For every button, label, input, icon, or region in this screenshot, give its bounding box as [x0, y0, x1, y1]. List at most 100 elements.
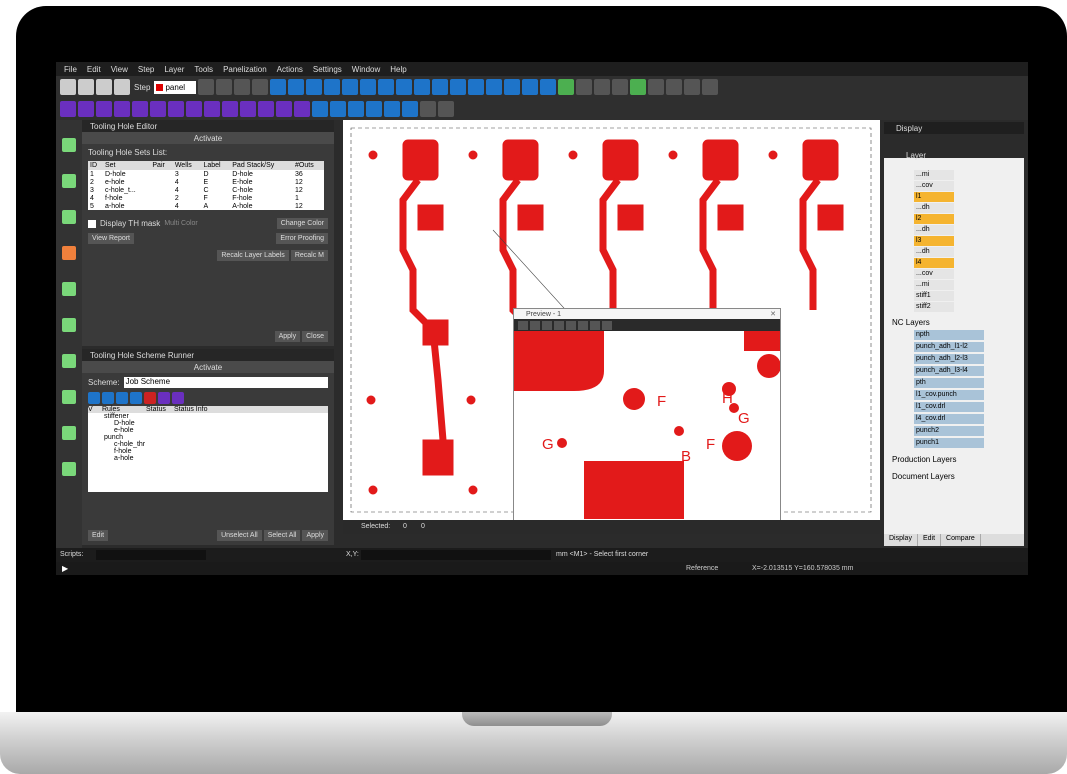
menu-panelization[interactable]: Panelization [223, 65, 267, 74]
nc-layer-row[interactable]: punch_adh_l3-l4 [914, 366, 984, 376]
layer-row[interactable]: ...dh [914, 225, 954, 235]
runner-activate-button[interactable]: Activate [82, 361, 334, 373]
nc-layer-row[interactable]: l1_cov.drl [914, 402, 984, 412]
layer-row[interactable]: l4 [914, 258, 954, 268]
grid1-icon[interactable] [648, 79, 665, 95]
scheme-select[interactable]: Job Scheme [123, 377, 328, 388]
rect3-tool-icon[interactable] [294, 101, 310, 117]
pad-icon[interactable] [468, 79, 485, 95]
triangle3-tool-icon[interactable] [240, 101, 256, 117]
layer-row[interactable]: l2 [914, 214, 954, 224]
nc-layer-row[interactable]: punch_adh_l2-l3 [914, 354, 984, 364]
select-icon[interactable] [270, 79, 287, 95]
rule-tool-3-icon[interactable] [116, 392, 128, 404]
filter-icon[interactable] [576, 79, 593, 95]
layer-row[interactable]: l3 [914, 236, 954, 246]
new-icon[interactable] [60, 79, 76, 95]
tool-7-icon[interactable] [62, 354, 76, 368]
tree-node-ehole[interactable]: e-hole [88, 427, 328, 434]
preview-tool-7-icon[interactable] [590, 320, 600, 330]
menu-window[interactable]: Window [352, 65, 380, 74]
layer-row[interactable]: ...mi [914, 280, 954, 290]
preview-tool-8-icon[interactable] [602, 320, 612, 330]
arrow2-tool-icon[interactable] [96, 101, 112, 117]
rotate-icon[interactable] [360, 79, 377, 95]
tab-display[interactable]: Display [884, 534, 918, 546]
menu-actions[interactable]: Actions [277, 65, 303, 74]
menu-step[interactable]: Step [138, 65, 154, 74]
col-outs[interactable]: #Outs [293, 161, 324, 170]
xy-input[interactable] [361, 550, 551, 560]
preview-tool-2-icon[interactable] [530, 320, 540, 330]
preview-tool-3-icon[interactable] [542, 320, 552, 330]
menu-view[interactable]: View [111, 65, 128, 74]
mirror-icon[interactable] [378, 79, 395, 95]
diag-tool-icon[interactable] [348, 101, 364, 117]
arc-icon[interactable] [504, 79, 521, 95]
drill-icon[interactable] [450, 79, 467, 95]
menu-edit[interactable]: Edit [87, 65, 101, 74]
layer-row[interactable]: ...cov [914, 269, 954, 279]
angle2-tool-icon[interactable] [168, 101, 184, 117]
scripts-select[interactable] [96, 550, 206, 560]
nc-layer-row[interactable]: punch2 [914, 426, 984, 436]
col-wells[interactable]: Wells [172, 161, 202, 170]
play-icon[interactable] [252, 79, 269, 95]
col-set[interactable]: Set [103, 161, 151, 170]
tab-edit[interactable]: Edit [918, 534, 942, 546]
preview-tool-5-icon[interactable] [566, 320, 576, 330]
angle-tool-icon[interactable] [150, 101, 166, 117]
layer-row[interactable]: ...mi [914, 170, 954, 180]
vertical-tool-icon[interactable] [186, 101, 202, 117]
undo-icon[interactable] [198, 79, 215, 95]
layer-row[interactable]: stiff2 [914, 302, 954, 312]
rect-tool-icon[interactable] [258, 101, 274, 117]
open-icon[interactable] [78, 79, 94, 95]
nc-layer-row[interactable]: punch_adh_l1-l2 [914, 342, 984, 352]
ring-tool-icon[interactable] [366, 101, 382, 117]
circle-tool-icon[interactable] [312, 101, 328, 117]
col-padstack[interactable]: Pad Stack/Sy [230, 161, 294, 170]
tool-10-icon[interactable] [62, 462, 76, 476]
col-label[interactable]: Label [201, 161, 231, 170]
tool-6-icon[interactable] [62, 318, 76, 332]
copy-layer-icon[interactable] [594, 79, 611, 95]
nc-layer-row[interactable]: l1_cov.punch [914, 390, 984, 400]
select-all-button[interactable]: Select All [263, 530, 301, 541]
tool-8-icon[interactable] [62, 390, 76, 404]
layer-row[interactable]: ...dh [914, 247, 954, 257]
table-row[interactable]: 5 a-hole 4 A A-hole 12 [88, 202, 324, 210]
tab-compare[interactable]: Compare [941, 534, 981, 546]
zoom-area-icon[interactable] [438, 101, 454, 117]
document-layers-title[interactable]: Document Layers [892, 472, 955, 481]
table-row[interactable]: 4 f-hole 2 F F-hole 1 [88, 194, 324, 202]
layer-row[interactable]: ...dh [914, 203, 954, 213]
grid4-icon[interactable] [702, 79, 719, 95]
reference-label[interactable]: Reference [686, 565, 718, 572]
triangle-tool-icon[interactable] [204, 101, 220, 117]
layer-icon[interactable] [432, 79, 449, 95]
tool-9-icon[interactable] [62, 426, 76, 440]
print-icon[interactable] [114, 79, 130, 95]
editor-activate-button[interactable]: Activate [82, 132, 334, 144]
arrow-tool-icon[interactable] [78, 101, 94, 117]
tool-3-icon[interactable] [62, 210, 76, 224]
menu-layer[interactable]: Layer [164, 65, 184, 74]
editor-close-button[interactable]: Close [302, 331, 328, 342]
menu-help[interactable]: Help [390, 65, 406, 74]
rule-tool-4-icon[interactable] [130, 392, 142, 404]
runner-edit-button[interactable]: Edit [88, 530, 109, 541]
save-icon[interactable] [96, 79, 112, 95]
split-tool-icon[interactable] [384, 101, 400, 117]
col-id[interactable]: ID [88, 161, 103, 170]
nc-layer-row[interactable]: l4_cov.drl [914, 414, 984, 424]
nc-layer-row[interactable]: npth [914, 330, 984, 340]
layer-row[interactable]: l1 [914, 192, 954, 202]
rule-tool-2-icon[interactable] [102, 392, 114, 404]
triangle2-tool-icon[interactable] [222, 101, 238, 117]
menu-settings[interactable]: Settings [313, 65, 342, 74]
preview-tool-4-icon[interactable] [554, 320, 564, 330]
nc-layer-row[interactable]: pth [914, 378, 984, 388]
recalc-labels-button[interactable]: Recalc Layer Labels [217, 250, 289, 261]
delete-rule-icon[interactable] [144, 392, 156, 404]
